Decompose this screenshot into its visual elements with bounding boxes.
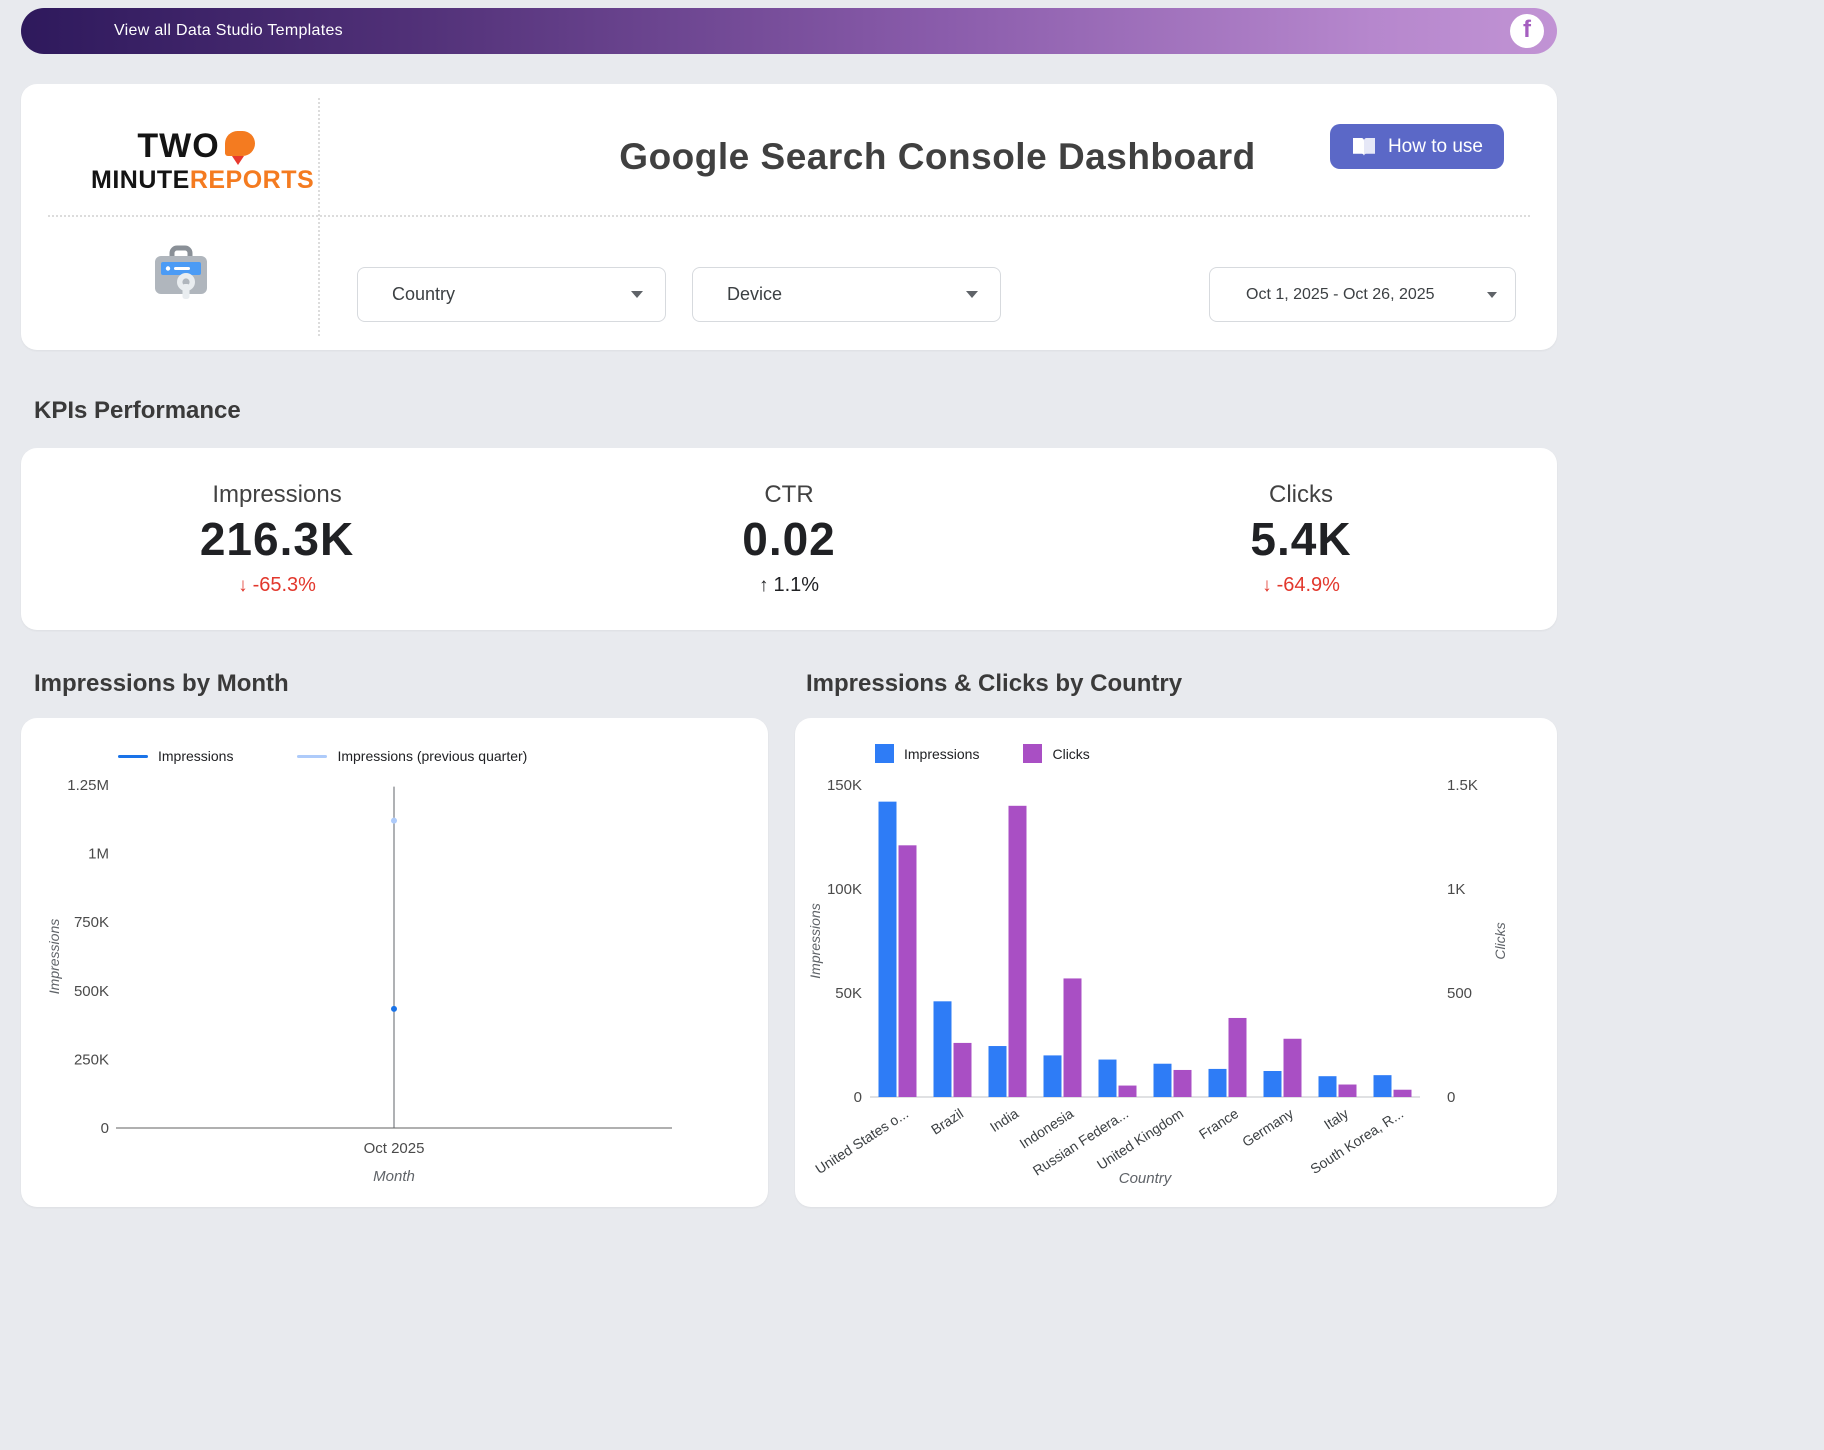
impressions-clicks-by-country-card: Impressions Clicks 0 50K 100K 150K 0 500 1K 1.5… (795, 718, 1557, 1207)
kpi-delta: ↓ -64.9% (1045, 574, 1557, 597)
svg-text:Impressions: Impressions (46, 919, 62, 994)
book-icon (1351, 137, 1377, 157)
svg-text:0: 0 (1447, 1089, 1455, 1106)
svg-text:Brazil: Brazil (928, 1105, 966, 1137)
kpi-card: Impressions 216.3K ↓ -65.3% CTR 0.02 ↑ 1… (21, 448, 1557, 630)
chevron-down-icon (966, 291, 978, 298)
impressions-by-month-card: Impressions Impressions (previous quarte… (21, 718, 768, 1207)
top-banner: View all Data Studio Templates f (21, 8, 1557, 54)
legend-label: Impressions (904, 746, 979, 762)
kpi-impressions: Impressions 216.3K ↓ -65.3% (21, 481, 533, 597)
svg-text:1.25M: 1.25M (67, 777, 109, 794)
svg-text:0: 0 (854, 1089, 862, 1106)
kpi-delta-value: 1.1% (773, 574, 819, 597)
kpi-delta-value: -65.3% (253, 574, 316, 597)
kpi-ctr: CTR 0.02 ↑ 1.1% (533, 481, 1045, 597)
kpi-label: CTR (533, 481, 1045, 509)
view-templates-link[interactable]: View all Data Studio Templates (114, 22, 343, 40)
facebook-icon[interactable]: f (1510, 14, 1544, 48)
svg-text:500: 500 (1447, 985, 1472, 1002)
svg-text:Impressions: Impressions (807, 903, 823, 978)
kpi-delta: ↓ -65.3% (21, 574, 533, 597)
svg-text:Clicks: Clicks (1492, 922, 1508, 959)
legend-label: Impressions (previous quarter) (337, 748, 527, 764)
arrow-up-icon: ↑ (759, 575, 769, 597)
svg-text:500K: 500K (74, 983, 109, 1000)
kpi-value: 0.02 (533, 512, 1045, 566)
kpi-delta: ↑ 1.1% (533, 574, 1045, 597)
line-chart-legend: Impressions Impressions (previous quarte… (118, 748, 527, 764)
how-to-use-button[interactable]: How to use (1330, 124, 1504, 169)
legend-swatch (1023, 744, 1042, 763)
legend-item-impressions: Impressions (875, 744, 979, 763)
toolbox-icon (148, 242, 214, 309)
logo-word-two: TWO (137, 130, 219, 162)
kpi-delta-value: -64.9% (1277, 574, 1340, 597)
svg-text:750K: 750K (74, 914, 109, 931)
svg-text:0: 0 (101, 1120, 109, 1137)
bar-chart-section-title: Impressions & Clicks by Country (806, 670, 1182, 698)
chevron-down-icon (1487, 292, 1497, 298)
arrow-down-icon: ↓ (238, 575, 248, 597)
svg-text:Month: Month (373, 1168, 415, 1185)
logo-word-reports: REPORTS (190, 166, 314, 194)
legend-item-clicks: Clicks (1023, 744, 1089, 763)
dashboard-page: View all Data Studio Templates f TWO MIN… (21, 8, 1557, 1207)
legend-swatch (297, 755, 327, 758)
device-filter-label: Device (727, 284, 782, 305)
logo-line2: MINUTEREPORTS (91, 166, 301, 195)
kpi-value: 5.4K (1045, 512, 1557, 566)
country-filter-label: Country (392, 284, 455, 305)
svg-text:Russian Federa...: Russian Federa... (1030, 1105, 1131, 1179)
legend-item-impressions: Impressions (118, 748, 233, 764)
kpi-label: Impressions (21, 481, 533, 509)
svg-text:South Korea, R...: South Korea, R... (1307, 1105, 1406, 1177)
facebook-f-glyph: f (1523, 16, 1531, 44)
svg-text:1K: 1K (1447, 881, 1465, 898)
bar-chart-legend: Impressions Clicks (875, 744, 1090, 763)
legend-swatch (875, 744, 894, 763)
svg-text:1M: 1M (88, 846, 109, 863)
logo-word-minute: MINUTE (91, 166, 190, 194)
svg-text:1.5K: 1.5K (1447, 777, 1478, 794)
svg-text:250K: 250K (74, 1051, 109, 1068)
svg-text:Germany: Germany (1239, 1105, 1296, 1150)
legend-item-impressions-previous-quarter: Impressions (previous quarter) (297, 748, 527, 764)
svg-text:France: France (1196, 1105, 1241, 1142)
logo-line1: TWO (91, 130, 301, 162)
logo-mark-icon (225, 131, 255, 156)
vertical-divider (318, 98, 320, 336)
country-filter-dropdown[interactable]: Country (357, 267, 666, 322)
legend-label: Impressions (158, 748, 233, 764)
svg-text:Oct 2025: Oct 2025 (364, 1140, 425, 1157)
svg-text:Country: Country (1119, 1170, 1173, 1187)
line-chart-section-title: Impressions by Month (34, 670, 289, 698)
impressions-by-month-chart[interactable]: 0 250K 500K 750K 1M 1.25M Oct 2025 Month Impress… (21, 718, 768, 1207)
two-minute-reports-logo: TWO MINUTEREPORTS (91, 130, 301, 195)
svg-text:50K: 50K (835, 985, 862, 1002)
kpi-value: 216.3K (21, 512, 533, 566)
impressions-clicks-by-country-chart[interactable]: 0 50K 100K 150K 0 500 1K 1.5K United States o...… (795, 718, 1557, 1207)
chart-section-headings: Impressions by Month Impressions & Click… (21, 670, 1557, 700)
svg-text:United States o...: United States o... (812, 1105, 911, 1177)
svg-text:100K: 100K (827, 881, 862, 898)
header-card: TWO MINUTEREPORTS Google Search Console … (21, 84, 1557, 350)
chevron-down-icon (631, 291, 643, 298)
kpi-clicks: Clicks 5.4K ↓ -64.9% (1045, 481, 1557, 597)
legend-swatch (118, 755, 148, 758)
horizontal-divider (48, 215, 1530, 217)
legend-label: Clicks (1052, 746, 1089, 762)
charts-row: Impressions Impressions (previous quarte… (21, 718, 1557, 1207)
arrow-down-icon: ↓ (1262, 575, 1272, 597)
how-to-use-label: How to use (1388, 136, 1483, 158)
kpi-label: Clicks (1045, 481, 1557, 509)
date-range-value: Oct 1, 2025 - Oct 26, 2025 (1246, 286, 1435, 304)
device-filter-dropdown[interactable]: Device (692, 267, 1001, 322)
svg-text:India: India (987, 1105, 1021, 1135)
svg-text:Italy: Italy (1321, 1105, 1351, 1132)
kpis-section-title: KPIs Performance (34, 396, 1557, 426)
svg-text:150K: 150K (827, 777, 862, 794)
date-range-picker[interactable]: Oct 1, 2025 - Oct 26, 2025 (1209, 267, 1516, 322)
